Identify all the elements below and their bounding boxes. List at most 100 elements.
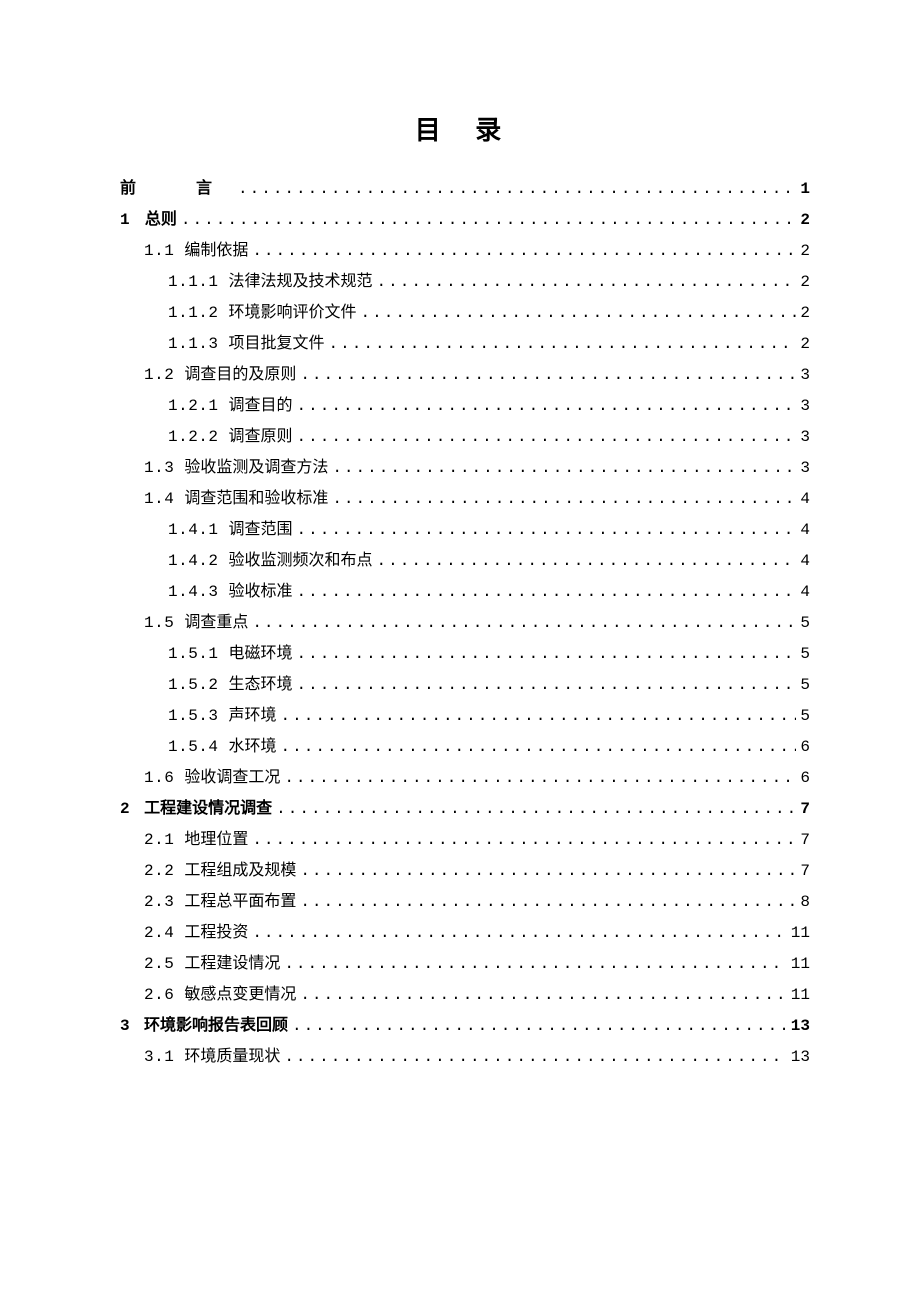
toc-entry-page: 11 [791,956,810,972]
toc-entry-label: 工程建设情况 [184,956,280,972]
toc-entry-label: 项目批复文件 [229,336,325,352]
toc-entry: 2.5工程建设情况...............................… [120,948,810,979]
toc-entry-label: 敏感点变更情况 [184,987,296,1003]
toc-entry: 1.4调查范围和验收标准............................… [120,483,810,514]
toc-entry-number: 3.1 [144,1049,174,1065]
toc-entry-page: 2 [800,274,810,290]
toc-entry-page: 1 [800,181,810,197]
toc-entry-label: 验收标准 [229,584,293,600]
toc-entry: 2.1地理位置.................................… [120,824,810,855]
toc-entry-number: 1.6 [144,770,174,786]
toc-entry-label: 调查范围和验收标准 [184,491,328,507]
toc-leader-dots: ........................................… [332,460,796,476]
toc-entry-label: 环境影响报告表回顾 [144,1018,288,1034]
toc-entry-page: 2 [800,305,810,321]
toc-entry-number: 1.1.3 [168,336,219,352]
toc-entry-number: 1.5.2 [168,677,219,693]
toc-entry-page: 13 [791,1018,810,1034]
toc-entry-label: 工程建设情况调查 [144,801,272,817]
toc-entry: 1.4.3验收标准...............................… [120,576,810,607]
toc-entry-label: 法律法规及技术规范 [229,274,373,290]
toc-entry-label: 验收调查工况 [184,770,280,786]
toc-leader-dots: ........................................… [252,615,796,631]
toc-entry-number: 1.5.4 [168,739,219,755]
toc-title: 目 录 [120,110,810,147]
toc-leader-dots: ........................................… [361,305,797,321]
toc-entry-label: 调查范围 [229,522,293,538]
toc-entry-label: 工程组成及规模 [184,863,296,879]
toc-leader-dots: ........................................… [300,894,796,910]
toc-entry-label: 环境影响评价文件 [229,305,357,321]
toc-entry-label: 生态环境 [229,677,293,693]
toc-entry-page: 6 [800,770,810,786]
toc-entry-label: 调查目的 [229,398,293,414]
toc-entry-label: 调查重点 [184,615,248,631]
toc-leader-dots: ........................................… [300,863,796,879]
toc-entry: 2.2 工程组成及规模..............................… [120,855,810,886]
toc-entry-number: 1.4.2 [168,553,219,569]
toc-entry-page: 3 [800,398,810,414]
toc-entry-number: 1.1 [144,243,174,259]
toc-leader-dots: ........................................… [284,956,786,972]
toc-entry-label: 验收监测频次和布点 [229,553,373,569]
toc-leader-dots: ........................................… [332,491,796,507]
toc-leader-dots: ........................................… [329,336,797,352]
toc-entry-label: 总则 [145,212,177,228]
toc-leader-dots: ........................................… [297,429,797,445]
toc-entry-page: 3 [800,460,810,476]
toc-leader-dots: ........................................… [252,832,796,848]
toc-leader-dots: ........................................… [297,677,797,693]
toc-entry-page: 3 [800,429,810,445]
toc-entry-number: 1.1.1 [168,274,219,290]
document-page: 目 录 前 言.................................… [0,0,920,1302]
toc-entry-label: 调查目的及原则 [184,367,296,383]
toc-entry: 1.4.2 验收监测频次和布点..........................… [120,545,810,576]
toc-entry-number: 1.3 [144,460,174,476]
toc-entry-label: 电磁环境 [229,646,293,662]
toc-entry: 1.2调查目的及原则..............................… [120,359,810,390]
toc-entry-page: 2 [800,336,810,352]
toc-entry-page: 5 [800,615,810,631]
toc-entry-label: 工程投资 [184,925,248,941]
toc-entry: 前 言.....................................… [120,173,810,204]
toc-entry-page: 2 [800,212,810,228]
toc-entry-page: 5 [800,708,810,724]
toc-entry-page: 7 [800,801,810,817]
toc-leader-dots: ........................................… [284,770,796,786]
toc-entry: 1.1.1法律法规及技术规范..........................… [120,266,810,297]
toc-entry-number: 1.1.2 [168,305,219,321]
toc-entry-number: 1 [120,212,130,228]
toc-entry-label: 编制依据 [184,243,248,259]
toc-leader-dots: ........................................… [281,739,797,755]
toc-entry-number: 1.5 [144,615,174,631]
toc-entry-page: 2 [800,243,810,259]
toc-leader-dots: ........................................… [377,553,797,569]
toc-leader-dots: ........................................… [300,367,796,383]
toc-leader-dots: ........................................… [297,584,797,600]
toc-entry: 3.1环境质量现状...............................… [120,1041,810,1072]
toc-entry: 1.5.3声环境................................… [120,700,810,731]
toc-entry: 1.1.2 环境影响评价文件...........................… [120,297,810,328]
toc-entry-label: 地理位置 [184,832,248,848]
toc-entry-number: 1.5.1 [168,646,219,662]
toc-entry-number: 2.3 [144,894,174,910]
toc-entry-page: 4 [800,553,810,569]
toc-leader-dots: ........................................… [276,801,796,817]
toc-entry: 1.5.4水环境................................… [120,731,810,762]
toc-entry: 1.5.2 生态环境...............................… [120,669,810,700]
toc-leader-dots: ........................................… [252,925,786,941]
toc-leader-dots: ........................................… [297,522,797,538]
toc-entry-page: 7 [800,832,810,848]
toc-entry: 1总则.....................................… [120,204,810,235]
toc-entry-number: 3 [120,1018,130,1034]
toc-entry: 1.2.1调查目的...............................… [120,390,810,421]
toc-entry: 1.5 调查重点.................................… [120,607,810,638]
toc-entry: 1.2.2调查原则...............................… [120,421,810,452]
toc-entry-page: 4 [800,522,810,538]
toc-entry: 3 环境影响报告表回顾..............................… [120,1010,810,1041]
toc-entry: 1.3验收监测及调查方法............................… [120,452,810,483]
toc-entry-number: 2.6 [144,987,174,1003]
toc-leader-dots: ........................................… [292,1018,787,1034]
toc-entry-number: 2.2 [144,863,174,879]
toc-entry-label: 声环境 [229,708,277,724]
